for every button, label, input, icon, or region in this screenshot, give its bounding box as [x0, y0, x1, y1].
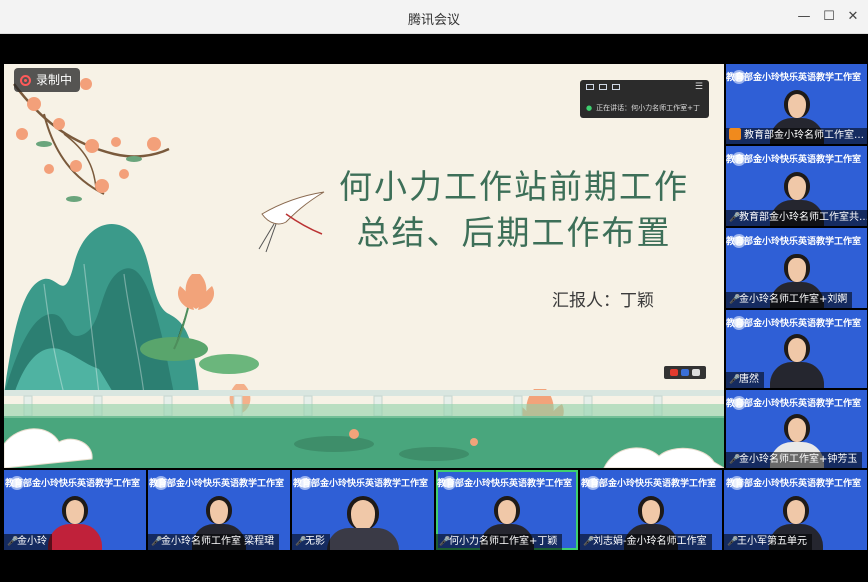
microphone-icon: 🎤 — [729, 295, 741, 305]
participant-tile[interactable]: 教育部金小玲快乐英语教学工作室 🎤教育部金小玲名师工作室共… — [726, 146, 867, 226]
tile-banner: 教育部金小玲快乐英语教学工作室 — [725, 479, 861, 489]
slide-reporter: 汇报人：丁颖 — [552, 291, 654, 311]
minimize-icon[interactable]: — — [795, 8, 813, 26]
participant-video — [323, 492, 403, 550]
tile-banner: 教育部金小玲快乐英语教学工作室 — [436, 479, 572, 489]
stop-share-icon[interactable] — [670, 369, 678, 376]
microphone-icon: 🎤 — [583, 537, 595, 547]
close-icon[interactable]: ✕ — [844, 8, 862, 26]
slide-title: 何小力工作站前期工作 总结、后期工作布置 — [304, 164, 724, 256]
microphone-icon: 🎤 — [729, 455, 741, 465]
participant-tile[interactable]: 教育部金小玲快乐英语教学工作室 🎤金小玲名师工作室 梁程珺 — [148, 470, 290, 550]
speaking-panel-icons — [586, 84, 620, 90]
view-toggle-icon[interactable] — [586, 84, 594, 90]
microphone-icon: 🎤 — [729, 213, 741, 223]
menu-icon[interactable]: ☰ — [695, 82, 703, 92]
participant-tile[interactable]: 教育部金小玲快乐英语教学工作室 🎤无影 — [292, 470, 434, 550]
title-bar: 腾讯会议 — ☐ ✕ — [0, 0, 868, 34]
participant-tile-active-speaker[interactable]: 教育部金小玲快乐英语教学工作室 🎤何小力名师工作室+丁颖 — [436, 470, 578, 550]
participant-video — [45, 492, 105, 550]
participant-tile[interactable]: 教育部金小玲快乐英语教学工作室 🎤刘志娟-金小玲名师工作室 — [580, 470, 722, 550]
microphone-icon: 🎤 — [7, 537, 19, 547]
participant-tile[interactable]: 教育部金小玲快乐英语教学工作室 🎤金小玲 — [4, 470, 146, 550]
recording-label: 录制中 — [36, 73, 73, 87]
participant-name: 🎤金小玲名师工作室+钟芳玉 — [726, 452, 863, 468]
slide-artwork — [4, 64, 724, 468]
participant-tile[interactable]: 教育部金小玲快乐英语教学工作室 教育部金小玲名师工作室… — [726, 64, 867, 144]
tile-banner: 教育部金小玲快乐英语教学工作室 — [292, 479, 428, 489]
participant-name: 🎤刘志娟-金小玲名师工作室 — [580, 534, 712, 550]
participant-name: 教育部金小玲名师工作室… — [726, 128, 867, 144]
participant-name: 🎤教育部金小玲名师工作室共… — [726, 210, 867, 226]
more-icon[interactable] — [692, 369, 700, 376]
window-title: 腾讯会议 — [407, 13, 460, 28]
meeting-window: 腾讯会议 — ☐ ✕ 何小力工作站前期工作 总结、后期工作布置 汇报人：丁颖 录… — [0, 0, 868, 582]
participant-name: 🎤唐然 — [726, 372, 764, 388]
tile-banner: 教育部金小玲快乐英语教学工作室 — [726, 73, 862, 83]
tile-banner: 教育部金小玲快乐英语教学工作室 — [726, 399, 862, 409]
speaking-text: 正在讲话：何小力名师工作室+丁 — [596, 104, 700, 112]
participant-name: 🎤无影 — [292, 534, 330, 550]
microphone-icon: 🎤 — [439, 537, 451, 547]
tile-banner: 教育部金小玲快乐英语教学工作室 — [4, 479, 140, 489]
grid-view-icon[interactable] — [612, 84, 620, 90]
speaking-panel[interactable]: ☰ ● 正在讲话：何小力名师工作室+丁 — [580, 80, 709, 118]
record-icon — [20, 74, 31, 86]
maximize-icon[interactable]: ☐ — [820, 8, 838, 26]
slide-title-line1: 何小力工作站前期工作 — [339, 167, 689, 206]
participant-tile[interactable]: 教育部金小玲快乐英语教学工作室 🎤王小军第五单元 — [724, 470, 867, 550]
participant-name: 🎤金小玲名师工作室 梁程珺 — [148, 534, 280, 550]
participant-name: 🎤金小玲 — [4, 534, 52, 550]
participant-tile[interactable]: 教育部金小玲快乐英语教学工作室 🎤金小玲名师工作室+钟芳玉 — [726, 390, 867, 468]
microphone-icon: 🎤 — [727, 537, 739, 547]
microphone-icon — [729, 128, 741, 140]
slide-title-line2: 总结、后期工作布置 — [356, 213, 672, 252]
microphone-icon: 🎤 — [151, 537, 163, 547]
microphone-icon: 🎤 — [295, 537, 307, 547]
speaking-status: ● 正在讲话：何小力名师工作室+丁 — [586, 103, 700, 113]
tile-banner: 教育部金小玲快乐英语教学工作室 — [726, 155, 862, 165]
tile-banner: 教育部金小玲快乐英语教学工作室 — [580, 479, 716, 489]
microphone-icon: ● — [586, 104, 593, 112]
participant-name: 🎤何小力名师工作室+丁颖 — [436, 534, 563, 550]
participant-name: 🎤金小玲名师工作室+刘婀 — [726, 292, 853, 308]
annotate-icon[interactable] — [681, 369, 689, 376]
participant-tile[interactable]: 教育部金小玲快乐英语教学工作室 🎤唐然 — [726, 310, 867, 388]
share-control-bar[interactable] — [664, 366, 706, 379]
tile-banner: 教育部金小玲快乐英语教学工作室 — [726, 319, 862, 329]
microphone-icon: 🎤 — [729, 375, 741, 385]
tile-banner: 教育部金小玲快乐英语教学工作室 — [726, 237, 862, 247]
participant-tile[interactable]: 教育部金小玲快乐英语教学工作室 🎤金小玲名师工作室+刘婀 — [726, 228, 867, 308]
recording-indicator[interactable]: 录制中 — [14, 68, 81, 92]
tile-banner: 教育部金小玲快乐英语教学工作室 — [148, 479, 284, 489]
participant-name: 🎤王小军第五单元 — [724, 534, 812, 550]
window-view-icon[interactable] — [599, 84, 607, 90]
shared-screen[interactable]: 何小力工作站前期工作 总结、后期工作布置 汇报人：丁颖 录制中 ☰ ● 正在讲话：… — [4, 64, 724, 468]
presentation-slide: 何小力工作站前期工作 总结、后期工作布置 汇报人：丁颖 — [4, 64, 724, 468]
participant-video — [767, 330, 827, 388]
